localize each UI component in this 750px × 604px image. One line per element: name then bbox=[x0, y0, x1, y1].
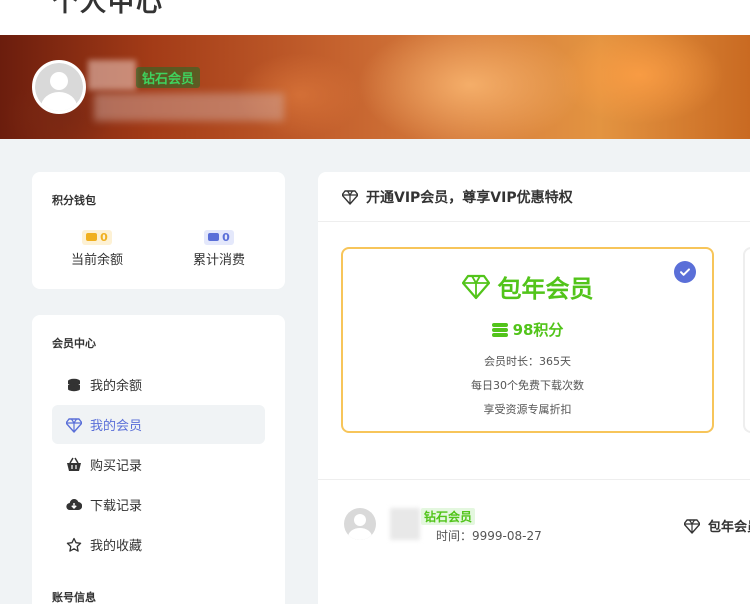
coins-icon bbox=[86, 233, 98, 241]
divider bbox=[318, 479, 750, 480]
menu-item-download-records[interactable]: 下载记录 bbox=[52, 485, 265, 524]
username-blurred bbox=[390, 508, 420, 540]
vip-level-badge: 钻石会员 bbox=[136, 67, 201, 88]
menu-item-label: 我的余额 bbox=[90, 379, 143, 394]
menu-item-label: 下载记录 bbox=[90, 499, 143, 514]
spent-label: 累计消费 bbox=[192, 253, 245, 268]
basket-icon bbox=[66, 457, 82, 473]
user-info-blurred bbox=[94, 93, 284, 121]
avatar[interactable] bbox=[32, 60, 86, 114]
coins-icon bbox=[66, 377, 82, 393]
plan-name: 包年会员 bbox=[343, 269, 712, 304]
menu-item-my-membership[interactable]: 我的会员 bbox=[52, 405, 265, 444]
username-blurred bbox=[88, 60, 136, 90]
diamond-icon bbox=[66, 417, 82, 433]
plan-downloads: 每日30个免费下载次数 bbox=[471, 379, 584, 392]
diamond-icon bbox=[684, 518, 700, 534]
spent-badge: 0 bbox=[204, 229, 234, 245]
balance-badge: 0 bbox=[82, 229, 112, 245]
wallet-balance[interactable]: 0 当前余额 bbox=[47, 226, 147, 268]
member-center-card: 会员中心 我的余额 我的会员 购买记录 下载记录 我的收藏 账号信息 bbox=[32, 315, 285, 604]
spent-value: 0 bbox=[222, 230, 230, 244]
diamond-icon bbox=[461, 274, 490, 299]
plan-card-yearly[interactable]: 包年会员 98积分 会员时长：365天 每日30个免费下载次数 享受资源专属折扣 bbox=[341, 247, 714, 433]
vip-expire-date: 时间：9999-08-27 bbox=[436, 529, 542, 543]
plan-card-next[interactable] bbox=[743, 247, 750, 433]
avatar bbox=[344, 508, 376, 540]
coins-icon bbox=[208, 233, 220, 241]
cloud-download-icon bbox=[66, 497, 82, 513]
points-wallet-card: 积分钱包 0 当前余额 0 累计消费 bbox=[32, 172, 285, 289]
current-plan: 包年会员 bbox=[684, 516, 750, 535]
current-plan-label: 包年会员 bbox=[708, 520, 750, 535]
account-info-title: 账号信息 bbox=[52, 591, 96, 604]
plan-price: 98积分 bbox=[343, 319, 712, 340]
menu-item-my-balance[interactable]: 我的余额 bbox=[52, 365, 265, 404]
top-bar: 个人中心 bbox=[0, 0, 750, 35]
profile-banner: 钻石会员 bbox=[0, 35, 750, 139]
member-center-title: 会员中心 bbox=[52, 337, 96, 350]
plan-duration: 会员时长：365天 bbox=[484, 355, 571, 368]
vip-panel: 开通VIP会员，尊享VIP优惠特权 包年会员 98积分 会员时长：365天 每日… bbox=[318, 172, 750, 604]
menu-item-label: 我的会员 bbox=[90, 419, 143, 434]
vip-panel-title: 开通VIP会员，尊享VIP优惠特权 bbox=[366, 189, 573, 206]
vip-level-badge: 钻石会员 bbox=[421, 508, 476, 525]
diamond-icon bbox=[342, 189, 358, 205]
vip-panel-header: 开通VIP会员，尊享VIP优惠特权 bbox=[318, 172, 750, 222]
wallet-title: 积分钱包 bbox=[52, 194, 96, 207]
balance-value: 0 bbox=[100, 230, 108, 244]
plan-price-value: 98积分 bbox=[512, 321, 564, 339]
menu-item-favorites[interactable]: 我的收藏 bbox=[52, 525, 265, 564]
plan-discount: 享受资源专属折扣 bbox=[483, 403, 572, 416]
wallet-spent[interactable]: 0 累计消费 bbox=[169, 226, 269, 268]
star-icon bbox=[66, 537, 82, 553]
balance-label: 当前余额 bbox=[70, 253, 123, 268]
menu-item-label: 购买记录 bbox=[90, 459, 143, 474]
page-title: 个人中心 bbox=[52, 0, 165, 18]
menu-item-purchase-records[interactable]: 购买记录 bbox=[52, 445, 265, 484]
coins-icon bbox=[491, 322, 508, 337]
plan-name-label: 包年会员 bbox=[497, 275, 594, 303]
menu-item-label: 我的收藏 bbox=[90, 539, 143, 554]
